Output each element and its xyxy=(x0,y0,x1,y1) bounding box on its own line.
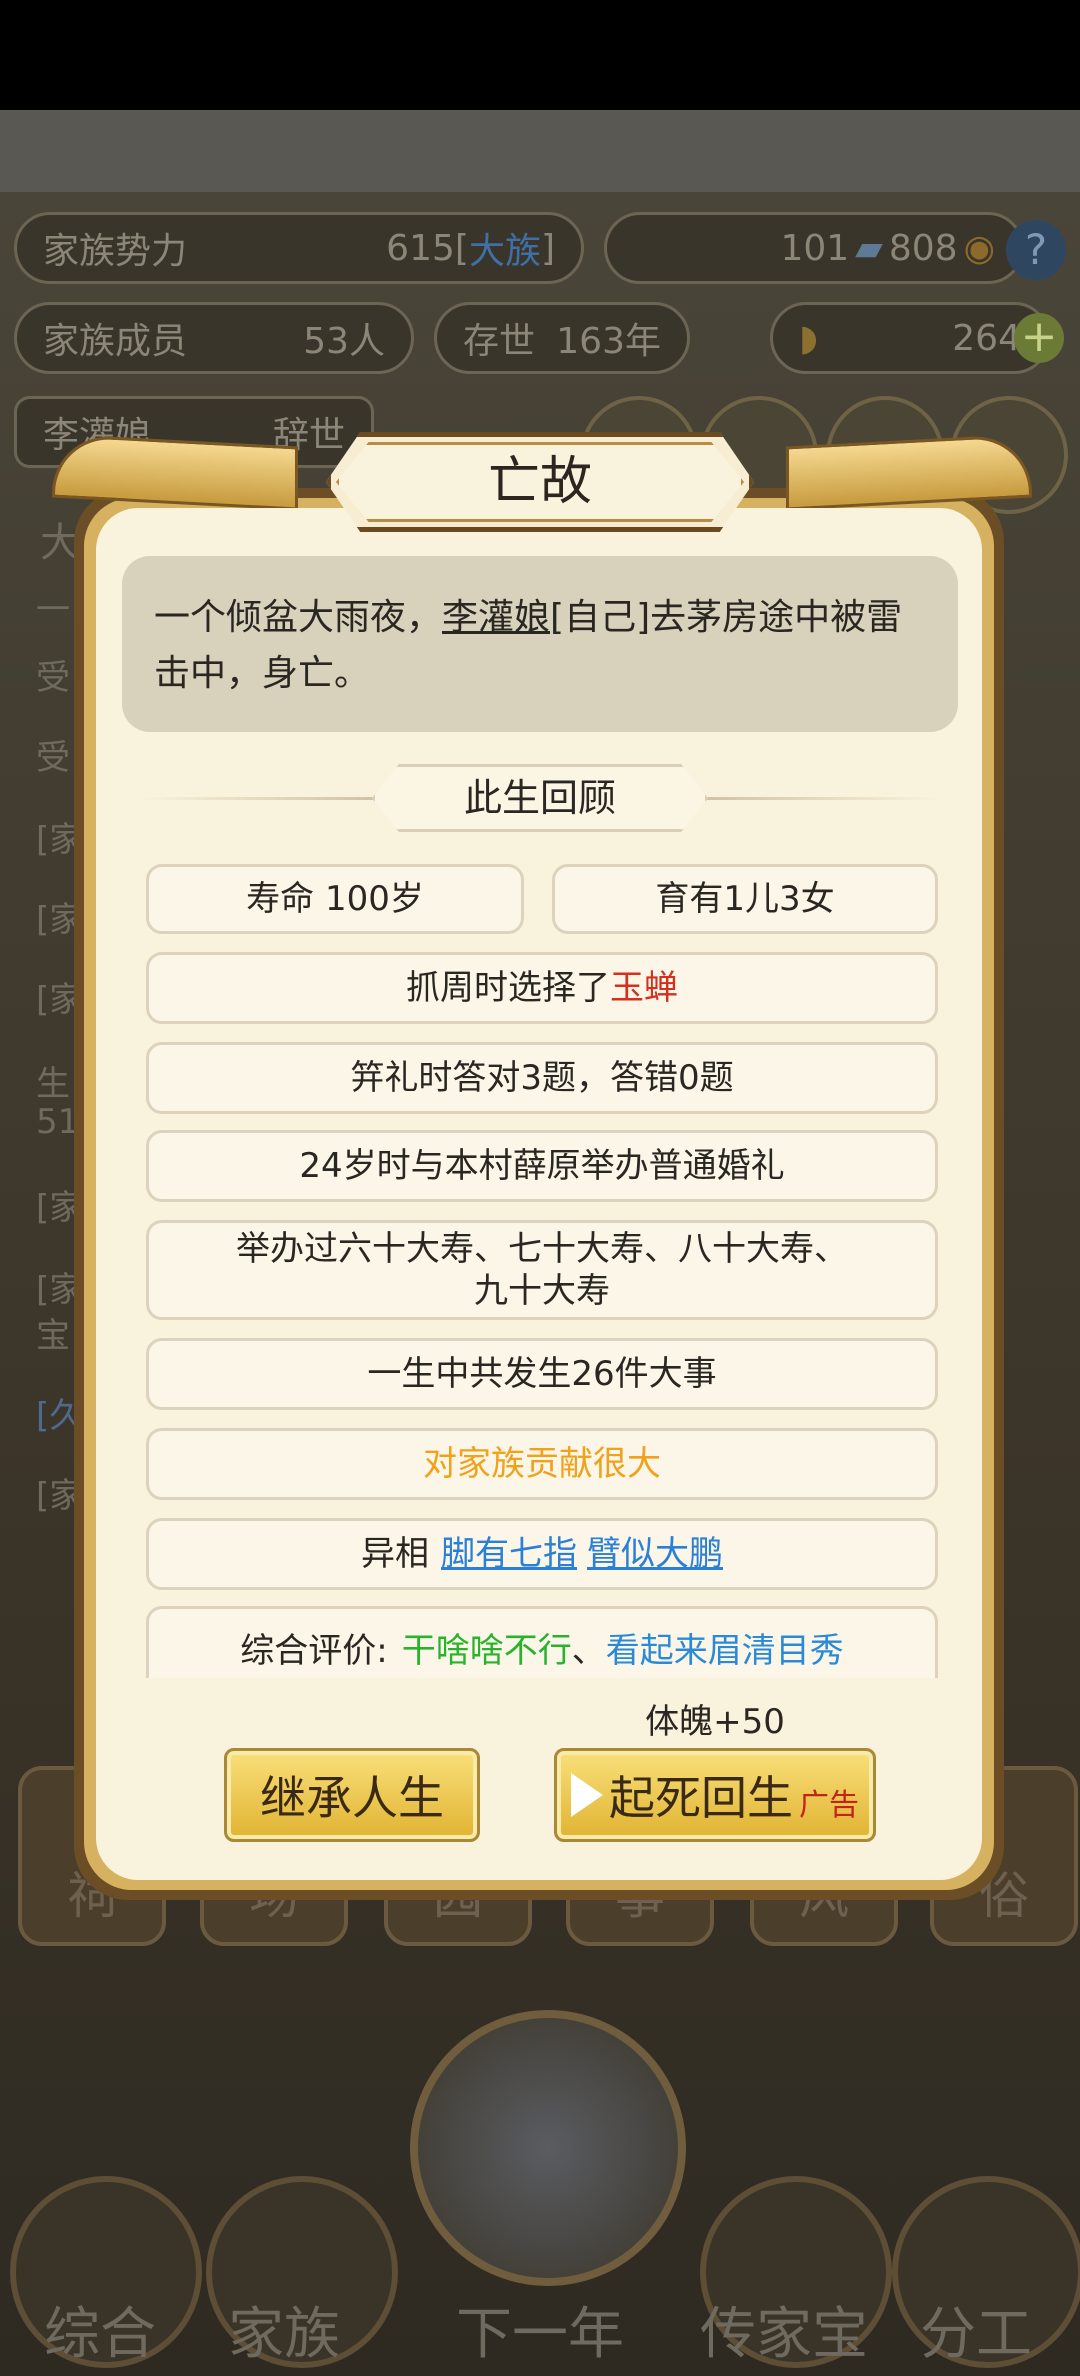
children-item: 育有1儿3女 xyxy=(552,864,938,934)
nav-next-year-label: 下一年 xyxy=(456,2302,624,2367)
coin-icon: ◉ xyxy=(963,227,995,269)
bg-log-line: 51 xyxy=(36,1102,80,1142)
divider-right xyxy=(700,797,940,800)
lifespan-item: 寿命 100岁 xyxy=(146,864,524,934)
birthdays-item: 举办过六十大寿、七十大寿、八十大寿、 九十大寿 xyxy=(146,1220,938,1320)
years-alive-value: 163年 xyxy=(556,321,661,362)
nav-heirloom-label: 传家宝 xyxy=(700,2302,868,2367)
birthdays-line-1: 举办过六十大寿、七十大寿、八十大寿、 xyxy=(236,1229,848,1269)
dialog-wing-right xyxy=(786,433,1032,511)
contribution-item: 对家族贡献很大 xyxy=(146,1428,938,1500)
evaluation-1: 干啥啥不行 xyxy=(401,1631,572,1671)
gold-value: 264 xyxy=(952,317,1021,359)
traits-item: 异相 脚有七指 臂似大鹏 xyxy=(146,1518,938,1590)
life-review-list[interactable]: 寿命 100岁 育有1儿3女 抓周时选择了 玉蝉 笄礼时答对3题，答错0题 24岁… xyxy=(140,858,940,1678)
nav-overview-label: 综合 xyxy=(44,2302,156,2367)
gold-ingot-icon: ◗ xyxy=(799,317,818,359)
events-item: 一生中共发生26件大事 xyxy=(146,1338,938,1410)
nav-next-year-icon[interactable] xyxy=(410,2010,686,2286)
evaluation-label: 综合评价: xyxy=(240,1631,388,1671)
coming-of-age-item: 笄礼时答对3题，答错0题 xyxy=(146,1042,938,1114)
bg-log-line: 宝 xyxy=(36,1316,70,1356)
bg-log-line: 受 xyxy=(36,658,70,698)
status-bar xyxy=(0,0,1080,110)
inherit-life-button[interactable]: 继承人生 xyxy=(224,1748,480,1842)
family-members-value: 53人 xyxy=(303,321,385,362)
marriage-item: 24岁时与本村薛原举办普通婚礼 xyxy=(146,1130,938,1202)
life-review-heading: 此生回顾 xyxy=(372,764,708,832)
traits-label: 异相 xyxy=(361,1534,429,1574)
zhuazhou-choice: 玉蝉 xyxy=(610,968,678,1008)
gold-pill: ◗ 264 xyxy=(770,302,1050,374)
help-button[interactable]: ? xyxy=(1006,220,1066,280)
dialog-wing-left xyxy=(52,433,298,511)
years-alive-label: 存世 xyxy=(463,321,536,362)
nav-division-label: 分工 xyxy=(920,2302,1032,2367)
currency-pill: 101 ▰ 808 ◉ xyxy=(604,212,1024,284)
family-power-value: 615[ xyxy=(386,227,469,269)
family-power-rank: 大族 xyxy=(468,231,541,272)
revive-bonus: 体魄+50 xyxy=(645,1702,785,1742)
bg-log-line: 受 xyxy=(36,738,70,778)
bg-log-line: 生 xyxy=(36,1064,70,1104)
zhuazhou-item: 抓周时选择了 玉蝉 xyxy=(146,952,938,1024)
zhuazhou-text: 抓周时选择了 xyxy=(406,968,610,1008)
death-story: 一个倾盆大雨夜，李灌娘[自己]去茅房途中被雷击中，身亡。 xyxy=(122,556,958,732)
evaluation-item: 综合评价: 干啥啥不行 、 看起来眉清目秀 xyxy=(146,1606,938,1678)
inherit-life-label: 继承人生 xyxy=(260,1771,444,1825)
trait-link-1[interactable]: 脚有七指 xyxy=(441,1533,577,1575)
dialog-title: 亡故 xyxy=(487,452,592,512)
nav-family-label: 家族 xyxy=(228,2302,340,2367)
birthdays-line-2: 九十大寿 xyxy=(474,1271,610,1311)
ad-label: 广告 xyxy=(799,1788,859,1823)
title-bar xyxy=(0,110,1080,192)
bg-log-line: 一 xyxy=(36,590,70,630)
currency-1-value: 101 xyxy=(780,227,850,269)
evaluation-separator: 、 xyxy=(571,1631,606,1671)
add-gold-button[interactable]: + xyxy=(1014,313,1064,363)
book-icon: ▰ xyxy=(855,227,883,269)
play-icon xyxy=(571,1773,603,1817)
family-power-label: 家族势力 xyxy=(43,231,188,272)
family-members-label: 家族成员 xyxy=(43,321,188,362)
family-power-close: ] xyxy=(540,227,555,269)
years-alive-pill: 存世 163年 xyxy=(434,302,690,374)
family-members-pill: 家族成员 53人 xyxy=(14,302,414,374)
revive-ad-button[interactable]: 起死回生 广告 xyxy=(554,1748,876,1842)
revive-label: 起死回生 xyxy=(609,1771,793,1825)
evaluation-2: 看起来眉清目秀 xyxy=(605,1631,844,1671)
family-power-pill: 家族势力 615[ 大族 ] xyxy=(14,212,584,284)
story-text-pre: 一个倾盆大雨夜， xyxy=(154,597,443,638)
currency-2-value: 808 xyxy=(888,227,958,269)
story-person-link[interactable]: 李灌娘 xyxy=(442,597,550,638)
trait-link-2[interactable]: 臂似大鹏 xyxy=(587,1533,723,1575)
divider-left xyxy=(140,797,380,800)
